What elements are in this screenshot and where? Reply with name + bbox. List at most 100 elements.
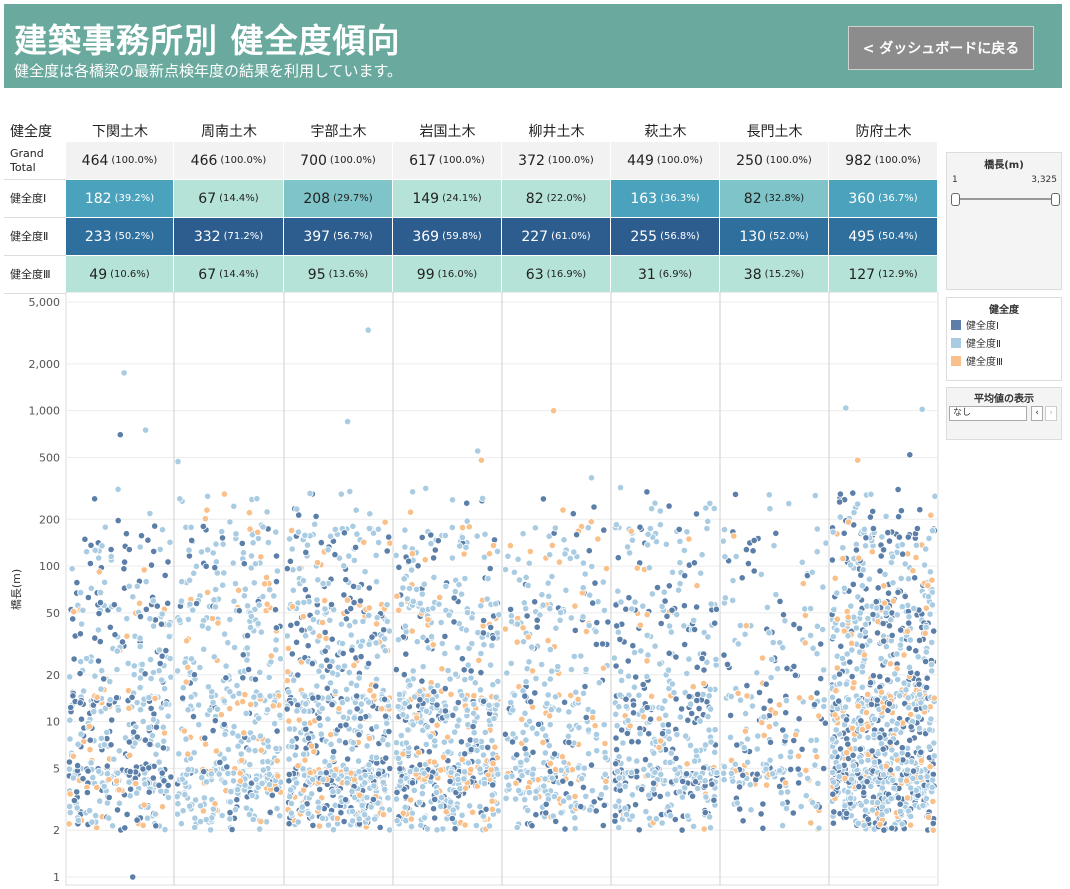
table-cell[interactable]: 369 (59.8%) [393,218,502,256]
scatter-point [434,537,442,545]
column-header-7[interactable]: 防府土木 [829,120,938,142]
scatter-point [848,672,856,681]
scatter-point [431,795,439,803]
scatter-point [809,644,817,652]
scatter-point [504,552,512,560]
scatter-point [503,669,511,677]
scatter-point [860,821,868,830]
scatter-point [213,705,221,713]
table-cell[interactable]: 360 (36.7%) [829,180,938,218]
column-header-5[interactable]: 萩土木 [611,120,720,142]
table-cell[interactable]: 149 (24.1%) [393,180,502,218]
average-prev-button[interactable]: ‹ [1031,406,1043,421]
scatter-point [772,720,780,728]
scatter-point [813,753,821,761]
scatter-point [441,649,449,658]
scatter-point [160,729,169,737]
back-to-dashboard-button[interactable]: < ダッシュボードに戻る [848,26,1034,70]
column-header-1[interactable]: 周南土木 [174,120,284,142]
scatter-point [873,604,881,612]
scatter-point [893,720,901,728]
scatter-point [321,647,329,655]
scatter-point [676,579,684,588]
table-cell[interactable]: 233 (50.2%) [66,218,174,256]
table-cell[interactable]: 130 (52.0%) [720,218,829,256]
scatter-point [299,786,308,794]
scatter-point [485,550,493,558]
scatter-point [224,769,232,778]
table-cell[interactable]: 182 (39.2%) [66,180,174,218]
scatter-point [866,513,875,521]
table-cell[interactable]: 700 (100.0%) [284,142,393,180]
scatter-point [288,545,296,553]
table-cell[interactable]: 67 (14.4%) [174,256,284,294]
scatter-point [66,790,74,798]
column-header-3[interactable]: 岩国土木 [393,120,502,142]
column-header-0[interactable]: 下関土木 [66,120,174,142]
table-cell[interactable]: 99 (16.0%) [393,256,502,294]
column-header-6[interactable]: 長門土木 [720,120,829,142]
scatter-point [794,779,803,787]
table-cell[interactable]: 82 (32.8%) [720,180,829,218]
table-cell[interactable]: 617 (100.0%) [393,142,502,180]
table-cell[interactable]: 250 (100.0%) [720,142,829,180]
table-cell[interactable]: 67 (14.4%) [174,180,284,218]
average-next-button[interactable]: › [1045,406,1057,421]
table-cell[interactable]: 449 (100.0%) [611,142,720,180]
scatter-point [814,779,822,787]
cell-value: 38 [743,266,762,283]
scatter-point [532,811,540,819]
scatter-point [897,507,906,515]
scatter-point [593,747,601,755]
legend-item-0[interactable]: 健全度Ⅰ [951,317,999,332]
table-cell[interactable]: 208 (29.7%) [284,180,393,218]
average-select-value: なし [953,408,972,418]
scatter-point [350,556,358,564]
length-filter-track[interactable] [955,198,1055,200]
table-cell[interactable]: 982 (100.0%) [829,142,938,180]
scatter-point [79,775,87,783]
scatter-point [832,726,840,734]
table-cell[interactable]: 495 (50.4%) [829,218,938,256]
table-cell[interactable]: 227 (61.0%) [502,218,611,256]
table-cell[interactable]: 31 (6.9%) [611,256,720,294]
scatter-point [431,737,439,745]
scatter-point [909,774,917,782]
scatter-point [95,554,103,562]
table-cell[interactable]: 82 (22.0%) [502,180,611,218]
scatter-point [905,644,913,652]
table-cell[interactable]: 63 (16.9%) [502,256,611,294]
scatter-point [672,754,680,762]
scatter-point [612,734,620,742]
table-cell[interactable]: 372 (100.0%) [502,142,611,180]
column-header-4[interactable]: 柳井土木 [502,120,611,142]
legend-item-1[interactable]: 健全度Ⅱ [951,335,1001,350]
scatter-point [374,770,383,778]
scatter-point [348,817,357,825]
scatter-point [707,738,715,746]
table-cell[interactable]: 127 (12.9%) [829,256,938,294]
scatter-point [124,659,132,667]
average-select[interactable]: なし [949,406,1027,421]
scatter-point [373,613,381,622]
legend-item-2[interactable]: 健全度Ⅲ [951,353,1003,368]
length-filter-min-handle[interactable] [951,193,960,206]
scatter-point [590,503,598,511]
column-header-2[interactable]: 宇部土木 [284,120,393,142]
length-filter-max-handle[interactable] [1051,193,1060,206]
table-cell[interactable]: 332 (71.2%) [174,218,284,256]
table-cell[interactable]: 464 (100.0%) [66,142,174,180]
scatter-point [186,600,194,608]
table-cell[interactable]: 397 (56.7%) [284,218,393,256]
scatter-point [710,796,718,804]
table-cell[interactable]: 255 (56.8%) [611,218,720,256]
table-cell[interactable]: 163 (36.3%) [611,180,720,218]
scatter-point [202,562,210,570]
table-cell[interactable]: 49 (10.6%) [66,256,174,294]
scatter-point [902,686,910,694]
scatter-point [113,665,121,674]
table-cell[interactable]: 95 (13.6%) [284,256,393,294]
table-cell[interactable]: 38 (15.2%) [720,256,829,294]
table-cell[interactable]: 466 (100.0%) [174,142,284,180]
scatter-point [247,700,255,709]
